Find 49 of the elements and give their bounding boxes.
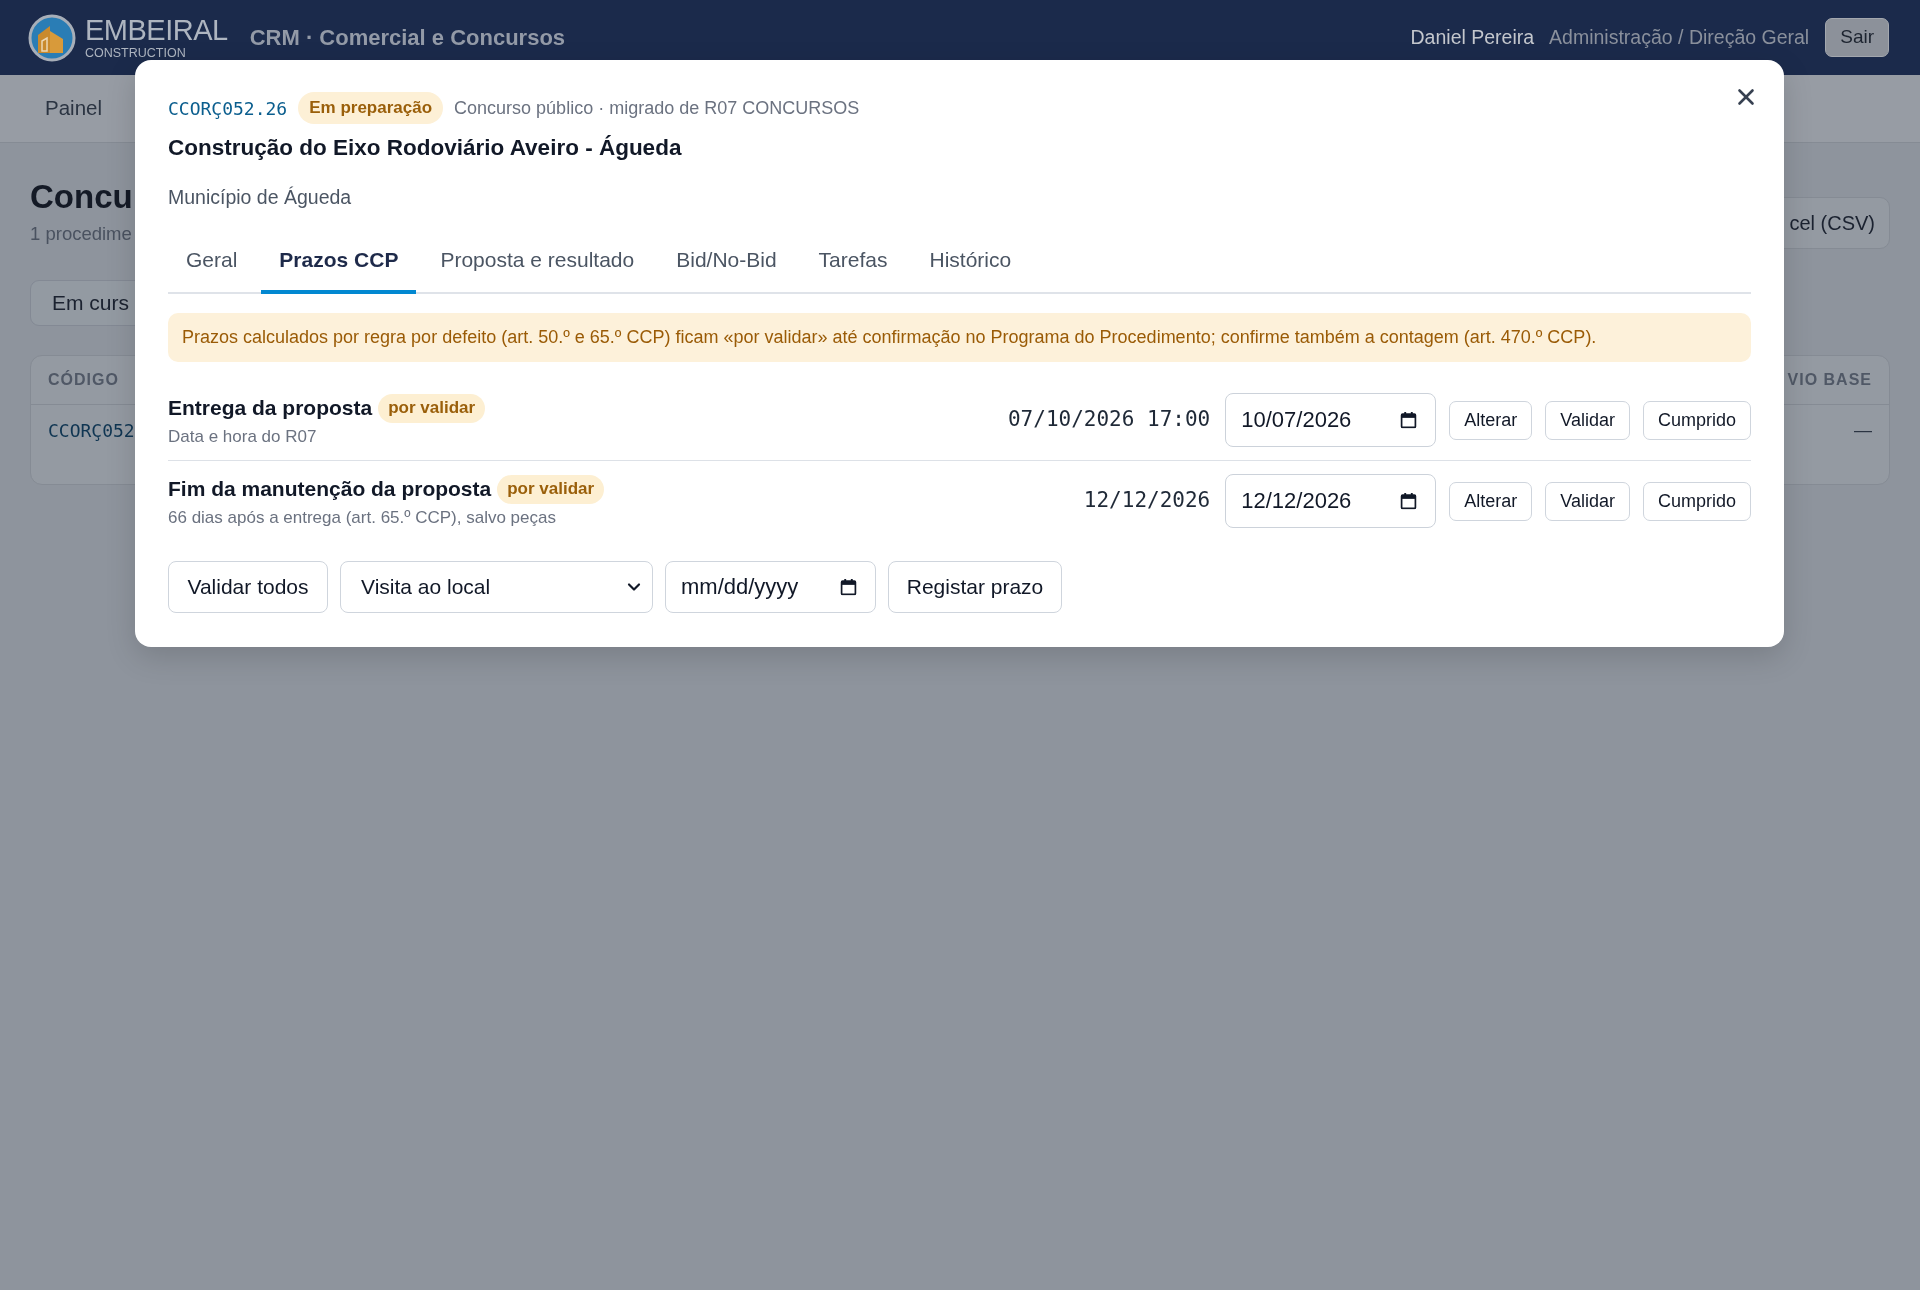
computed-date: 07/10/2026 17:00 (1007, 406, 1211, 434)
action-button[interactable]: Alterar (1449, 400, 1533, 440)
date-field[interactable]: 10/07/2026 (1225, 393, 1437, 447)
deadline-name: Fim da manutenção da proposta (168, 477, 492, 501)
column-header: VIO BASE (1787, 370, 1872, 390)
status-badge: por validar (378, 393, 486, 423)
action-button[interactable]: Validar (1545, 400, 1630, 440)
calendar-icon (1400, 492, 1418, 510)
tab[interactable]: Prazos CCP (261, 227, 417, 294)
logo-tagline: CONSTRUCTION (85, 47, 187, 60)
user-role: Administração / Direção Geral (1549, 24, 1810, 50)
column-header: CÓDIGO (48, 369, 119, 390)
app-title: CRM · Comercial e Concursos (249, 24, 566, 52)
tab[interactable]: Geral (168, 227, 256, 294)
action-button[interactable]: Cumprido (1642, 481, 1751, 521)
validate-all-button[interactable]: Validar todos (168, 561, 328, 613)
status-badge: Em preparação (298, 92, 444, 124)
deadline-note: 66 dias após a entrega (art. 65.º CCP), salvo peças (168, 506, 557, 528)
computed-date: 12/12/2026 (1083, 487, 1211, 515)
procedure-title: Construção do Eixo Rodoviário Aveiro - Águeda (168, 134, 683, 162)
notice-banner: Prazos calculados por regra por defeito (art. 50.º e 65.º CCP) ficam «por validar» até confirmação no Programa do Procedimento; confirme também a contagem (art. 470.º CCP). (168, 313, 1751, 362)
entity-name: Município de Águeda (168, 185, 353, 209)
page-title: Concu (30, 177, 133, 217)
procedure-meta: Concurso público · migrado de R07 CONCURSOS (454, 96, 860, 120)
date-field[interactable]: 12/12/2026 (1225, 474, 1437, 528)
action-button[interactable]: Alterar (1449, 481, 1533, 521)
tab[interactable]: Bid/No-Bid (658, 227, 795, 294)
tab[interactable]: Proposta e resultado (422, 227, 653, 294)
tab[interactable]: Histórico (911, 227, 1030, 294)
status-badge: por validar (497, 474, 605, 504)
register-button[interactable]: Registar prazo (888, 561, 1062, 613)
calendar-icon (1400, 411, 1418, 429)
procedure-code: CCORÇ052.26 (168, 96, 288, 121)
action-button[interactable]: Validar (1545, 481, 1630, 521)
deadline-note: Data e hora do R07 (168, 425, 318, 447)
table-cell-text: CCORÇ052 (48, 419, 135, 443)
page-subtitle: 1 procedime (30, 222, 133, 246)
tab[interactable]: Tarefas (800, 227, 906, 294)
logo-name: EMBEIRAL (85, 15, 228, 45)
logo-icon (28, 13, 76, 62)
deadline-name: Entrega da proposta (168, 396, 373, 420)
date-field[interactable]: mm/dd/yyyy (665, 561, 876, 613)
user-name: Daniel Pereira (1410, 24, 1535, 50)
logout-button[interactable]: Sair (1825, 18, 1889, 57)
action-button[interactable]: Cumprido (1642, 400, 1751, 440)
type-select[interactable]: Visita ao local (340, 561, 653, 613)
table-cell-text: — (1854, 419, 1872, 442)
calendar-icon (840, 578, 857, 596)
nav-link[interactable]: Painel (45, 93, 102, 124)
